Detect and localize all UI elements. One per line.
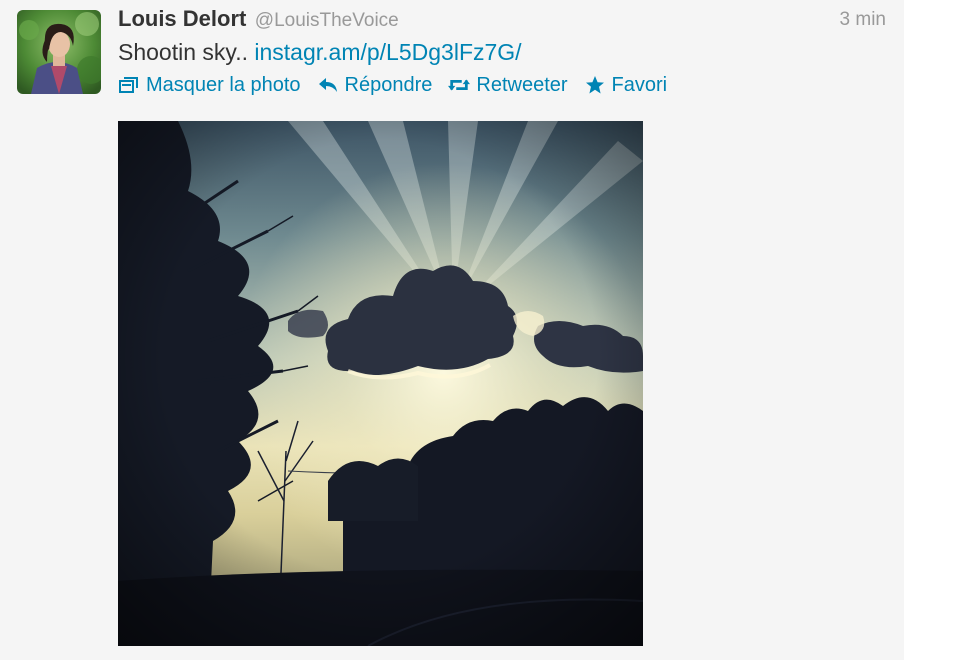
- tweet-photo[interactable]: [118, 121, 643, 646]
- reply-arrow-icon: [317, 74, 339, 96]
- retweet-button[interactable]: Retweeter: [448, 73, 568, 97]
- hide-photo-label: Masquer la photo: [146, 73, 301, 96]
- tweet-text-body: Shootin sky..: [118, 39, 255, 65]
- photo-frame-icon: [118, 74, 140, 96]
- reply-button[interactable]: Répondre: [317, 73, 433, 97]
- timestamp[interactable]: 3 min: [840, 9, 886, 31]
- retweet-icon: [448, 74, 471, 96]
- avatar[interactable]: [17, 10, 101, 94]
- avatar-image: [17, 10, 101, 94]
- favorite-button[interactable]: Favori: [584, 73, 668, 97]
- tweet[interactable]: Louis Delort @LouisTheVoice 3 min Shooti…: [0, 0, 904, 660]
- author-name[interactable]: Louis Delort: [118, 6, 246, 31]
- author-handle[interactable]: @LouisTheVoice: [255, 10, 399, 31]
- tweet-text: Shootin sky.. instagr.am/p/L5Dg3lFz7G/: [118, 39, 522, 66]
- tweet-actions: Masquer la photo Répondre Retweeter Favo…: [118, 72, 683, 98]
- tweet-header: Louis Delort @LouisTheVoice: [118, 6, 399, 34]
- retweet-label: Retweeter: [476, 73, 568, 96]
- reply-label: Répondre: [344, 73, 433, 96]
- tweet-link[interactable]: instagr.am/p/L5Dg3lFz7G/: [254, 39, 521, 65]
- sky-photo-image: [118, 121, 643, 646]
- favorite-label: Favori: [611, 73, 668, 96]
- hide-photo-button[interactable]: Masquer la photo: [118, 74, 301, 97]
- star-icon: [584, 74, 606, 96]
